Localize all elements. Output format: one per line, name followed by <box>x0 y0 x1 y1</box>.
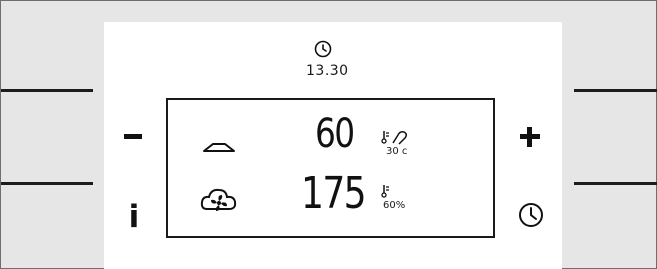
plus-button[interactable] <box>514 121 546 153</box>
clock-button[interactable] <box>514 198 548 232</box>
top-value: 60 <box>315 111 355 157</box>
time-display: 13.30 <box>306 63 349 79</box>
right-upper-line <box>574 89 657 92</box>
top-unit: 30 c <box>386 146 408 157</box>
info-button[interactable]: i <box>122 201 146 233</box>
clock-icon <box>519 203 543 227</box>
bottom-unit: 60% <box>383 200 406 211</box>
minus-button[interactable] <box>120 121 148 151</box>
temperature-probe-icon <box>381 131 408 145</box>
clock-icon <box>314 40 332 58</box>
humidity-icon <box>381 185 389 198</box>
left-upper-line <box>1 89 93 92</box>
bottom-value: 175 <box>301 168 367 219</box>
left-lower-line <box>1 182 93 185</box>
control-panel: 13.30 i 60 175 30 c 60% <box>0 0 657 269</box>
dome-icon <box>203 143 235 152</box>
right-lower-line <box>574 182 657 185</box>
cloud-fan-icon <box>200 188 237 211</box>
